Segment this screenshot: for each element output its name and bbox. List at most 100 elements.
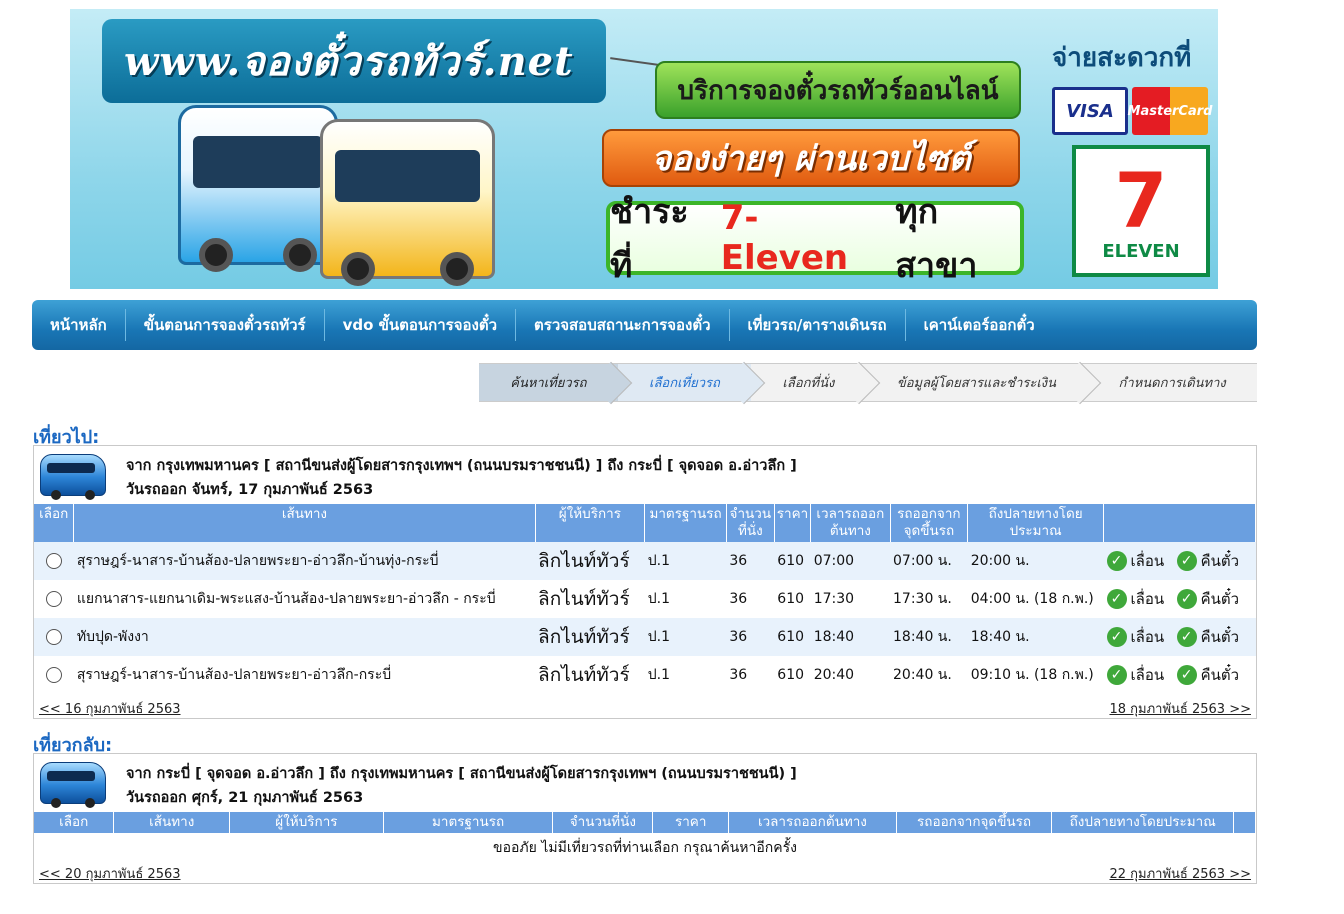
move-label: เลื่อน (1130, 552, 1165, 570)
col-depart: เวลารถออกต้นทาง (728, 812, 897, 833)
move-ticket-button[interactable]: ✓ เลื่อน (1106, 587, 1164, 611)
prev-date-link[interactable]: << 20 กุมภาพันธ์ 2563 (39, 863, 181, 884)
bus-image-yellow (320, 119, 495, 286)
banner-service-label: บริการจองตั๋วรถทัวร์ออนไลน์ (655, 61, 1021, 119)
prev-date-link[interactable]: << 16 กุมภาพันธ์ 2563 (39, 698, 181, 719)
refund-ticket-button[interactable]: ✓ คืนตั๋ว (1176, 663, 1240, 687)
move-ticket-button[interactable]: ✓ เลื่อน (1106, 663, 1164, 687)
trip-radio[interactable] (45, 591, 62, 607)
refund-ticket-button[interactable]: ✓ คืนตั๋ว (1176, 587, 1240, 611)
trip-price: 610 (774, 542, 811, 580)
pay-suffix: ทุกสาขา (895, 192, 978, 286)
step-select-trip-label: เลือกเที่ยวรถ (649, 376, 720, 391)
trip-boarding: 07:00 น. (890, 542, 968, 580)
outbound-panel: จาก กรุงเทพมหานคร [ สถานีขนส่งผู้โดยสารก… (33, 445, 1257, 719)
trip-route: แยกนาสาร-แยกนาเดิม-พระแสง-บ้านส้อง-ปลายพ… (73, 580, 536, 618)
trip-provider: ลิกไนท์ทัวร์ (535, 618, 645, 656)
trip-seats: 36 (726, 656, 775, 694)
bus-image-blue (178, 105, 338, 272)
trip-arrive: 09:10 น. (18 ก.พ.) (967, 656, 1104, 694)
trip-price: 610 (774, 580, 811, 618)
trip-radio[interactable] (45, 667, 62, 683)
move-label: เลื่อน (1130, 628, 1165, 646)
bus-icon (40, 454, 106, 500)
step-search-label: ค้นหาเที่ยวรถ (510, 376, 587, 391)
trip-depart: 07:00 (810, 542, 890, 580)
trip-radio[interactable] (45, 553, 62, 569)
table-row: สุราษฎร์-นาสาร-บ้านส้อง-ปลายพระยา-อ่าวลึ… (34, 542, 1256, 580)
col-boarding: รถออกจากจุดขึ้นรถ (890, 504, 969, 542)
refund-ticket-button[interactable]: ✓ คืนตั๋ว (1176, 549, 1240, 573)
refund-ticket-button[interactable]: ✓ คืนตั๋ว (1176, 625, 1239, 649)
outbound-date: วันรถออก จันทร์, 17 กุมภาพันธ์ 2563 (126, 482, 374, 498)
refund-label: คืนตั๋ว (1200, 666, 1240, 684)
mastercard-logo: MasterCard (1128, 87, 1212, 135)
main-nav: หน้าหลัก ขั้นตอนการจองตั๋วรถทัวร์ vdo ขั… (32, 300, 1257, 350)
outbound-head: จาก กรุงเทพมหานคร [ สถานีขนส่งผู้โดยสารก… (34, 446, 1256, 504)
trip-route: ทับปุด-พังงา (73, 618, 536, 656)
inbound-panel: จาก กระบี่ [ จุดจอด อ.อ่าวลึก ] ถึง กรุง… (33, 753, 1257, 884)
booking-steps: ค้นหาเที่ยวรถ เลือกเที่ยวรถ เลือกที่นั่ง… (479, 363, 1258, 402)
visa-logo: VISA (1052, 87, 1128, 135)
outbound-table: เลือก เส้นทาง ผู้ให้บริการ มาตรฐานรถ จำน… (34, 504, 1256, 694)
trip-standard: ป.1 (644, 656, 727, 694)
inbound-head: จาก กระบี่ [ จุดจอด อ.อ่าวลึก ] ถึง กรุง… (34, 754, 1256, 812)
trip-price: 610 (774, 656, 811, 694)
step-itinerary-label: กำหนดการเดินทาง (1118, 376, 1226, 391)
nav-schedule[interactable]: เที่ยวรถ/ตารางเดินรถ (730, 309, 906, 341)
inbound-route: จาก กระบี่ [ จุดจอด อ.อ่าวลึก ] ถึง กรุง… (126, 766, 797, 782)
seven-eleven-text: ELEVEN (1102, 240, 1180, 262)
seven-eleven-number: 7 (1114, 155, 1168, 245)
table-row: แยกนาสาร-แยกนาเดิม-พระแสง-บ้านส้อง-ปลายพ… (34, 580, 1256, 618)
inbound-table: เลือก เส้นทาง ผู้ให้บริการ มาตรฐานรถ จำน… (34, 812, 1257, 833)
pay-brand: 7-Eleven (720, 198, 849, 278)
col-route: เส้นทาง (113, 812, 231, 833)
trip-provider: ลิกไนท์ทัวร์ (535, 542, 645, 580)
step-passenger-payment-label: ข้อมูลผู้โดยสารและชำระเงิน (896, 376, 1057, 391)
refund-label: คืนตั๋ว (1200, 590, 1240, 608)
check-icon: ✓ (1106, 551, 1127, 571)
col-actions (1103, 504, 1256, 542)
trip-route: สุราษฎร์-นาสาร-บ้านส้อง-ปลายพระยา-อ่าวลึ… (73, 542, 536, 580)
check-icon: ✓ (1106, 589, 1127, 609)
col-seats: จำนวนที่นั่ง (726, 504, 775, 542)
trip-seats: 36 (726, 580, 775, 618)
col-arrive: ถึงปลายทางโดยประมาณ (967, 504, 1105, 542)
col-boarding: รถออกจากจุดขึ้นรถ (896, 812, 1053, 833)
outbound-pager: << 16 กุมภาพันธ์ 2563 18 กุมภาพันธ์ 2563… (34, 694, 1256, 718)
col-price: ราคา (652, 812, 730, 833)
col-actions (1233, 812, 1257, 833)
step-passenger-payment: ข้อมูลผู้โดยสารและชำระเงิน (865, 363, 1088, 402)
nav-vdo-steps[interactable]: vdo ขั้นตอนการจองตั๋ว (325, 309, 517, 341)
move-ticket-button[interactable]: ✓ เลื่อน (1106, 625, 1165, 649)
nav-booking-steps[interactable]: ขั้นตอนการจองตั๋วรถทัวร์ (126, 309, 325, 341)
trip-boarding: 17:30 น. (890, 580, 968, 618)
col-depart: เวลารถออกต้นทาง (810, 504, 891, 542)
table-row: ทับปุด-พังงา ลิกไนท์ทัวร์ ป.1 36 610 18:… (34, 618, 1256, 656)
banner-url-logo: www.จองตั๋วรถทัวร์.net (102, 19, 606, 103)
check-icon: ✓ (1106, 665, 1127, 685)
move-ticket-button[interactable]: ✓ เลื่อน (1106, 549, 1165, 573)
nav-ticket-counter[interactable]: เคาน์เตอร์ออกตั๋ว (906, 309, 1053, 341)
trip-radio[interactable] (45, 629, 62, 645)
bus-icon (40, 762, 106, 808)
next-date-link[interactable]: 18 กุมภาพันธ์ 2563 >> (1109, 698, 1251, 719)
check-icon: ✓ (1176, 665, 1197, 685)
next-date-link[interactable]: 22 กุมภาพันธ์ 2563 >> (1109, 863, 1251, 884)
trip-arrive: 18:40 น. (967, 618, 1104, 656)
inbound-pager: << 20 กุมภาพันธ์ 2563 22 กุมภาพันธ์ 2563… (34, 859, 1256, 883)
trip-seats: 36 (726, 618, 775, 656)
refund-label: คืนตั๋ว (1200, 552, 1240, 570)
check-icon: ✓ (1176, 589, 1197, 609)
banner-pay-label: ชำระที่ 7-Eleven ทุกสาขา (606, 192, 1024, 286)
nav-check-status[interactable]: ตรวจสอบสถานะการจองตั๋ว (516, 309, 730, 341)
trip-arrive: 20:00 น. (967, 542, 1104, 580)
inbound-date: วันรถออก ศุกร์, 21 กุมภาพันธ์ 2563 (126, 790, 364, 806)
step-itinerary: กำหนดการเดินทาง (1087, 363, 1258, 402)
col-standard: มาตรฐานรถ (383, 812, 554, 833)
nav-home[interactable]: หน้าหลัก (32, 309, 126, 341)
check-icon: ✓ (1176, 627, 1197, 647)
trip-boarding: 18:40 น. (890, 618, 968, 656)
trip-provider: ลิกไนท์ทัวร์ (535, 580, 645, 618)
check-icon: ✓ (1106, 627, 1127, 647)
